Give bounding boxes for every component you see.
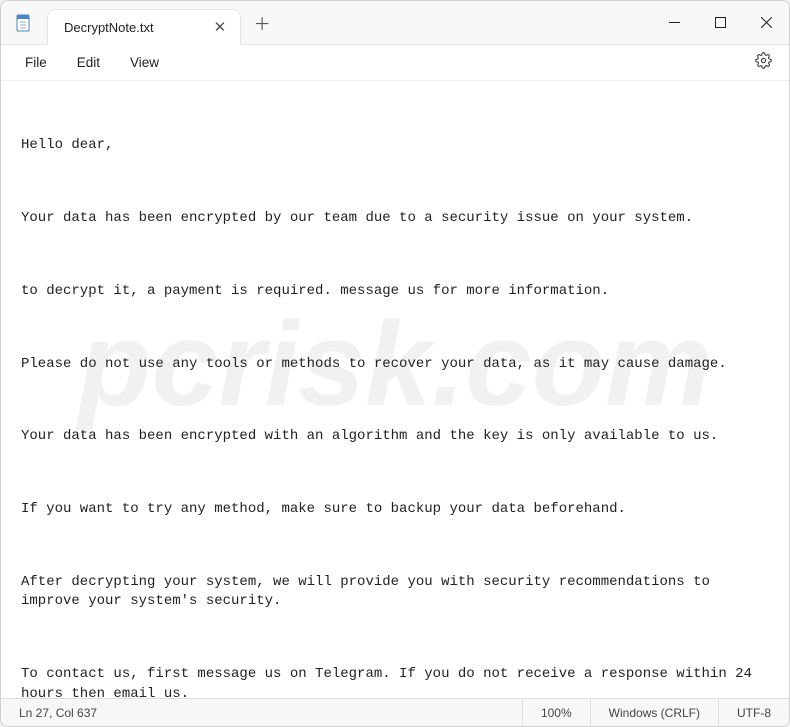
status-line-ending[interactable]: Windows (CRLF) <box>591 699 719 726</box>
notepad-window: pcrisk.com DecryptNote.txt ✕ ＋ <box>0 0 790 727</box>
menubar: File Edit View <box>1 45 789 81</box>
window-controls <box>651 1 789 44</box>
gear-icon <box>755 52 772 74</box>
minimize-button[interactable] <box>651 1 697 44</box>
body-line: to decrypt it, a payment is required. me… <box>21 282 769 302</box>
menu-file[interactable]: File <box>11 51 61 74</box>
titlebar: DecryptNote.txt ✕ ＋ <box>1 1 789 45</box>
notepad-app-icon <box>15 13 31 33</box>
statusbar: Ln 27, Col 637 100% Windows (CRLF) UTF-8 <box>1 698 789 726</box>
body-line: After decrypting your system, we will pr… <box>21 573 769 612</box>
settings-button[interactable] <box>747 47 779 79</box>
menu-edit[interactable]: Edit <box>63 51 114 74</box>
body-line: Please do not use any tools or methods t… <box>21 355 769 375</box>
tab-title: DecryptNote.txt <box>64 20 154 35</box>
status-cursor-position[interactable]: Ln 27, Col 637 <box>1 699 523 726</box>
maximize-button[interactable] <box>697 1 743 44</box>
close-tab-icon[interactable]: ✕ <box>214 18 227 36</box>
body-line: To contact us, first message us on Teleg… <box>21 665 769 698</box>
body-line: Your data has been encrypted with an alg… <box>21 427 769 447</box>
status-encoding[interactable]: UTF-8 <box>719 699 789 726</box>
body-line: If you want to try any method, make sure… <box>21 500 769 520</box>
close-window-button[interactable] <box>743 1 789 44</box>
text-editor-area[interactable]: Hello dear, Your data has been encrypted… <box>1 81 789 698</box>
menu-view[interactable]: View <box>116 51 173 74</box>
body-line: Hello dear, <box>21 136 769 156</box>
new-tab-button[interactable]: ＋ <box>247 8 277 38</box>
document-tab[interactable]: DecryptNote.txt ✕ <box>47 9 241 45</box>
body-line: Your data has been encrypted by our team… <box>21 209 769 229</box>
status-zoom[interactable]: 100% <box>523 699 591 726</box>
